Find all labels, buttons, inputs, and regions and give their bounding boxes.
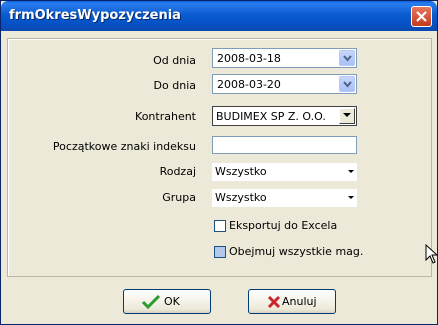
znaki-indeksu-label: Początkowe znaki indeksu bbox=[52, 140, 196, 153]
ok-button-label: OK bbox=[164, 295, 180, 308]
do-dnia-dropdown-button[interactable] bbox=[339, 76, 355, 92]
od-dnia-dropdown-button[interactable] bbox=[339, 50, 355, 66]
eksportuj-checkbox[interactable] bbox=[214, 220, 226, 232]
title-bar[interactable]: frmOkresWypozyczenia bbox=[1, 1, 437, 31]
eksportuj-label[interactable]: Eksportuj do Excela bbox=[229, 219, 337, 232]
grupa-label: Grupa bbox=[162, 191, 196, 204]
grupa-select[interactable]: Wszystko bbox=[212, 189, 357, 207]
dialog-window: frmOkresWypozyczenia Od dnia 2008-03-18 … bbox=[0, 0, 438, 325]
kontrahent-combo[interactable]: BUDIMEX SP Z. O.O. bbox=[212, 106, 357, 126]
triangle-down-icon bbox=[348, 170, 354, 173]
od-dnia-value: 2008-03-18 bbox=[217, 52, 281, 65]
kontrahent-dropdown-button[interactable] bbox=[339, 108, 355, 124]
mouse-cursor-icon bbox=[425, 244, 438, 264]
obejmuj-checkbox[interactable] bbox=[214, 246, 226, 258]
znaki-indeksu-input[interactable] bbox=[212, 136, 357, 154]
window-title: frmOkresWypozyczenia bbox=[9, 8, 181, 23]
rodzaj-label: Rodzaj bbox=[159, 165, 196, 178]
close-button[interactable] bbox=[411, 6, 432, 27]
triangle-down-icon bbox=[343, 113, 351, 117]
do-dnia-label: Do dnia bbox=[153, 79, 196, 92]
obejmuj-label[interactable]: Obejmuj wszystkie mag. bbox=[229, 245, 363, 258]
triangle-down-icon bbox=[348, 196, 354, 199]
rodzaj-select[interactable]: Wszystko bbox=[212, 163, 357, 181]
x-icon bbox=[267, 295, 281, 309]
od-dnia-label: Od dnia bbox=[153, 54, 196, 67]
rodzaj-value: Wszystko bbox=[215, 165, 267, 178]
chevron-down-icon bbox=[343, 81, 352, 88]
chevron-down-icon bbox=[343, 55, 352, 62]
check-icon bbox=[142, 295, 160, 309]
anuluj-button-label: Anuluj bbox=[282, 295, 317, 308]
anuluj-button[interactable]: Anuluj bbox=[248, 289, 336, 314]
od-dnia-datepicker[interactable]: 2008-03-18 bbox=[212, 48, 357, 68]
do-dnia-datepicker[interactable]: 2008-03-20 bbox=[212, 74, 357, 94]
kontrahent-label: Kontrahent bbox=[135, 110, 196, 123]
close-icon bbox=[416, 11, 427, 22]
do-dnia-value: 2008-03-20 bbox=[217, 78, 281, 91]
grupa-value: Wszystko bbox=[215, 191, 267, 204]
kontrahent-value: BUDIMEX SP Z. O.O. bbox=[216, 110, 326, 123]
ok-button[interactable]: OK bbox=[123, 289, 211, 314]
